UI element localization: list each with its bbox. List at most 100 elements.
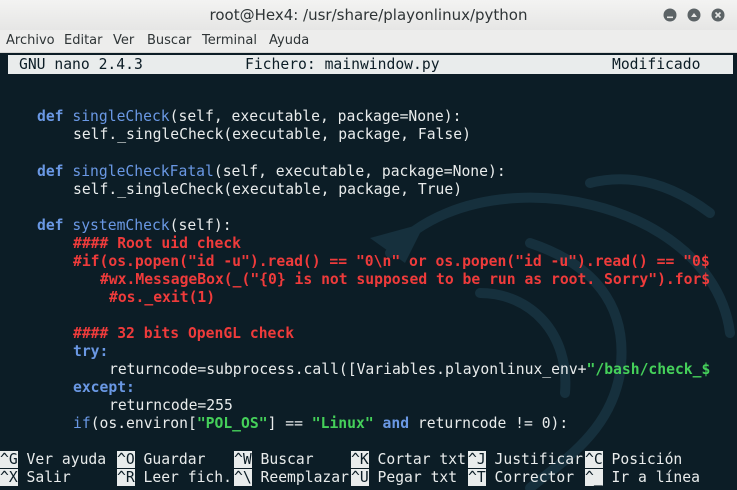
- nano-header: GNU nano 2.4.3 Fichero: mainwindow.py Mo…: [8, 55, 733, 74]
- keyword: def: [37, 217, 64, 234]
- shortcut-key: ^X: [0, 469, 18, 486]
- title-bar: root@Hex4: /usr/share/playonlinux/python: [0, 0, 737, 31]
- shortcut-posicion[interactable]: ^C Posición: [585, 451, 682, 469]
- code-line: self._singleCheck(executable, package, T…: [73, 181, 462, 199]
- window-title: root@Hex4: /usr/share/playonlinux/python: [209, 6, 528, 24]
- code-text: (self):: [169, 217, 232, 234]
- code-text: returncode != 0):: [417, 415, 569, 432]
- shortcut-key: ^G: [0, 451, 18, 468]
- shortcut-justificar[interactable]: ^J Justificar: [468, 451, 583, 469]
- close-icon: [711, 8, 725, 22]
- shortcut-label: Leer fich.: [143, 469, 232, 486]
- comment: #if(os.popen("id -u").read() == "0\n" or…: [73, 253, 710, 270]
- code-text: (self, executable, package=None):: [213, 163, 506, 180]
- shortcut-key: ^R: [117, 469, 135, 486]
- shortcut-key: ^W: [234, 451, 252, 468]
- nano-filename: Fichero: mainwindow.py: [245, 56, 440, 73]
- shortcut-key: ^_: [585, 469, 603, 486]
- code-line: self._singleCheck(executable, package, F…: [73, 126, 471, 144]
- comment: #### Root uid check: [73, 235, 242, 252]
- shortcut-key: ^T: [468, 469, 486, 486]
- code-text: (os.environ[: [90, 415, 197, 432]
- code-text: (self, executable, package=None):: [169, 108, 462, 125]
- comment: #wx.MessageBox(_("{0} is not supposed to…: [100, 271, 711, 288]
- menu-editar[interactable]: Editar: [64, 33, 103, 48]
- code-line: def systemCheck(self):: [37, 217, 232, 235]
- string-literal: "Linux": [311, 415, 374, 432]
- shortcut-key: ^U: [351, 469, 369, 486]
- close-button[interactable]: [711, 8, 725, 22]
- menu-buscar[interactable]: Buscar: [147, 33, 191, 48]
- shortcut-buscar[interactable]: ^W Buscar: [234, 451, 314, 469]
- shortcut-key: ^K: [351, 451, 369, 468]
- code-line: #### Root uid check: [73, 235, 241, 253]
- minimize-icon: [663, 8, 677, 22]
- keyword: try:: [73, 343, 109, 360]
- code-line: #if(os.popen("id -u").read() == "0\n" or…: [73, 253, 710, 271]
- code-line: #wx.MessageBox(_("{0} is not supposed to…: [100, 271, 710, 289]
- function-name: singleCheck: [72, 108, 170, 125]
- string-literal: "/bash/check_$: [586, 361, 711, 378]
- shortcut-salir[interactable]: ^X Salir: [0, 469, 71, 487]
- code-text: self._singleCheck(executable, package, T…: [73, 181, 463, 198]
- shortcut-key: ^\: [234, 469, 252, 486]
- keyword: def: [37, 108, 64, 125]
- shortcut-label: Justificar: [494, 451, 583, 468]
- menu-ver[interactable]: Ver: [113, 33, 134, 48]
- shortcut-label: Corrector: [494, 469, 575, 486]
- shortcut-label: Cortar txt: [377, 451, 466, 468]
- menu-bar: Archivo Editar Ver Buscar Terminal Ayuda: [0, 30, 737, 53]
- shortcut-label: Guardar: [143, 451, 206, 468]
- shortcut-label: Pegar txt: [377, 469, 458, 486]
- menu-terminal[interactable]: Terminal: [202, 33, 257, 48]
- function-name: systemCheck: [72, 217, 170, 234]
- shortcut-key: ^O: [117, 451, 135, 468]
- code-text: returncode=subprocess.call([Variables.pl…: [109, 361, 587, 378]
- keyword: except:: [73, 379, 135, 396]
- code-line: def singleCheckFatal(self, executable, p…: [37, 163, 506, 181]
- shortcut-pegar[interactable]: ^U Pegar txt: [351, 469, 457, 487]
- maximize-button[interactable]: [687, 8, 701, 22]
- nano-version: GNU nano 2.4.3: [19, 56, 143, 73]
- shortcut-label: Ver ayuda: [26, 451, 107, 468]
- shortcut-key: ^J: [468, 451, 486, 468]
- shortcut-label: Ir a línea: [611, 469, 700, 486]
- shortcut-label: Buscar: [260, 451, 314, 468]
- code-line: def singleCheck(self, executable, packag…: [37, 108, 461, 126]
- code-line: try:: [73, 343, 108, 361]
- shortcut-key: ^C: [585, 451, 603, 468]
- shortcut-label: Reemplazar: [260, 469, 349, 486]
- code-line: #os._exit(1): [109, 289, 215, 307]
- terminal-area[interactable]: GNU nano 2.4.3 Fichero: mainwindow.py Mo…: [0, 53, 737, 490]
- code-line: returncode=255: [109, 397, 233, 415]
- keyword: def: [37, 163, 64, 180]
- shortcut-cortar[interactable]: ^K Cortar txt: [351, 451, 466, 469]
- code-line: returncode=subprocess.call([Variables.pl…: [109, 361, 710, 379]
- shortcut-ir-a-linea[interactable]: ^_ Ir a línea: [585, 469, 700, 487]
- code-line: except:: [73, 379, 135, 397]
- shortcut-reemplazar[interactable]: ^\ Reemplazar: [234, 469, 349, 487]
- shortcut-ver-ayuda[interactable]: ^G Ver ayuda: [0, 451, 106, 469]
- shortcut-guardar[interactable]: ^O Guardar: [117, 451, 205, 469]
- comment: #os._exit(1): [109, 289, 216, 306]
- nano-shortcut-bar: ^G Ver ayuda ^O Guardar ^W Buscar ^K Cor…: [0, 451, 737, 490]
- shortcut-leer-fich[interactable]: ^R Leer fich.: [117, 469, 232, 487]
- shortcut-corrector[interactable]: ^T Corrector: [468, 469, 574, 487]
- minimize-button[interactable]: [663, 8, 677, 22]
- shortcut-label: Salir: [26, 469, 71, 486]
- keyword: and: [373, 415, 418, 432]
- nano-status: Modificado: [612, 56, 701, 73]
- menu-archivo[interactable]: Archivo: [6, 33, 55, 48]
- string-literal: "POL_OS": [196, 415, 268, 432]
- code-text: ] ==: [267, 415, 312, 432]
- shortcut-label: Posición: [611, 451, 683, 468]
- function-name: singleCheckFatal: [72, 163, 214, 180]
- code-line: #### 32 bits OpenGL check: [73, 325, 294, 343]
- keyword: if: [73, 415, 91, 432]
- menu-ayuda[interactable]: Ayuda: [269, 33, 309, 48]
- maximize-icon: [687, 8, 701, 22]
- comment: #### 32 bits OpenGL check: [73, 325, 295, 342]
- code-text: self._singleCheck(executable, package, F…: [73, 126, 471, 143]
- code-text: returncode=255: [109, 397, 233, 414]
- code-line: if(os.environ["POL_OS"] == "Linux" and r…: [73, 415, 568, 433]
